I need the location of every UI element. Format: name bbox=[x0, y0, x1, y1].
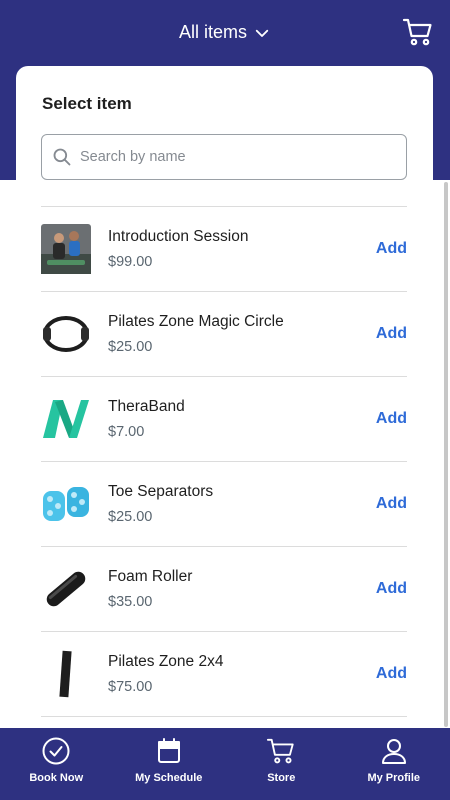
toe-separators-image bbox=[41, 479, 91, 529]
theraband-image bbox=[41, 394, 91, 444]
item-price: $25.00 bbox=[108, 509, 153, 525]
item-price: $75.00 bbox=[108, 679, 153, 695]
item-price: $35.00 bbox=[108, 594, 153, 610]
cart-button[interactable] bbox=[402, 16, 434, 48]
nav-label: Store bbox=[267, 772, 296, 784]
item-name: Toe Separators bbox=[108, 483, 214, 500]
calendar-icon bbox=[157, 738, 180, 763]
add-button[interactable]: Add bbox=[376, 495, 407, 513]
list-item: Toe Separators $25.00 Add bbox=[41, 461, 407, 546]
search-input[interactable] bbox=[80, 149, 380, 165]
nav-label: My Schedule bbox=[135, 772, 203, 784]
user-icon bbox=[381, 739, 406, 764]
add-button[interactable]: Add bbox=[376, 325, 407, 343]
bottom-nav: Book Now My Schedule Store My Profile bbox=[0, 728, 450, 800]
add-button[interactable]: Add bbox=[376, 240, 407, 258]
item-list: Introduction Session $99.00 Add Pilates … bbox=[41, 206, 407, 746]
check-circle-icon bbox=[42, 737, 70, 765]
item-name: Pilates Zone 2x4 bbox=[108, 653, 224, 670]
search-box[interactable] bbox=[41, 134, 407, 180]
select-item-card: Select item Introduction Session $99.00 bbox=[16, 66, 433, 746]
item-price: $7.00 bbox=[108, 424, 145, 440]
magic-circle-image bbox=[41, 309, 91, 359]
nav-label: Book Now bbox=[29, 772, 84, 784]
cart-icon bbox=[267, 738, 294, 764]
category-dropdown[interactable]: All items bbox=[0, 22, 450, 43]
add-button[interactable]: Add bbox=[376, 410, 407, 428]
item-price: $25.00 bbox=[108, 339, 153, 355]
nav-book-now[interactable]: Book Now bbox=[0, 728, 113, 800]
item-price: $99.00 bbox=[108, 254, 153, 270]
session-photo bbox=[41, 224, 91, 274]
scrollbar[interactable] bbox=[444, 182, 448, 727]
item-name: Foam Roller bbox=[108, 568, 193, 585]
add-button[interactable]: Add bbox=[376, 665, 407, 683]
item-name: Pilates Zone Magic Circle bbox=[108, 313, 284, 330]
list-item: Pilates Zone 2x4 $75.00 Add bbox=[41, 631, 407, 716]
2x4-image bbox=[41, 649, 91, 699]
nav-my-schedule[interactable]: My Schedule bbox=[113, 728, 226, 800]
card-title: Select item bbox=[42, 94, 132, 113]
nav-my-profile[interactable]: My Profile bbox=[338, 728, 450, 800]
category-title: All items bbox=[178, 22, 247, 42]
list-item: Pilates Zone Magic Circle $25.00 Add bbox=[41, 291, 407, 376]
chevron-down-icon bbox=[255, 29, 269, 37]
nav-store[interactable]: Store bbox=[225, 728, 338, 800]
list-item: Foam Roller $35.00 Add bbox=[41, 546, 407, 631]
foam-roller-image bbox=[41, 564, 91, 614]
item-name: Introduction Session bbox=[108, 228, 249, 245]
item-name: TheraBand bbox=[108, 398, 185, 415]
list-item: Introduction Session $99.00 Add bbox=[41, 206, 407, 291]
add-button[interactable]: Add bbox=[376, 580, 407, 598]
cart-icon bbox=[402, 18, 432, 46]
list-item: TheraBand $7.00 Add bbox=[41, 376, 407, 461]
search-icon bbox=[53, 148, 71, 166]
nav-label: My Profile bbox=[367, 772, 421, 784]
